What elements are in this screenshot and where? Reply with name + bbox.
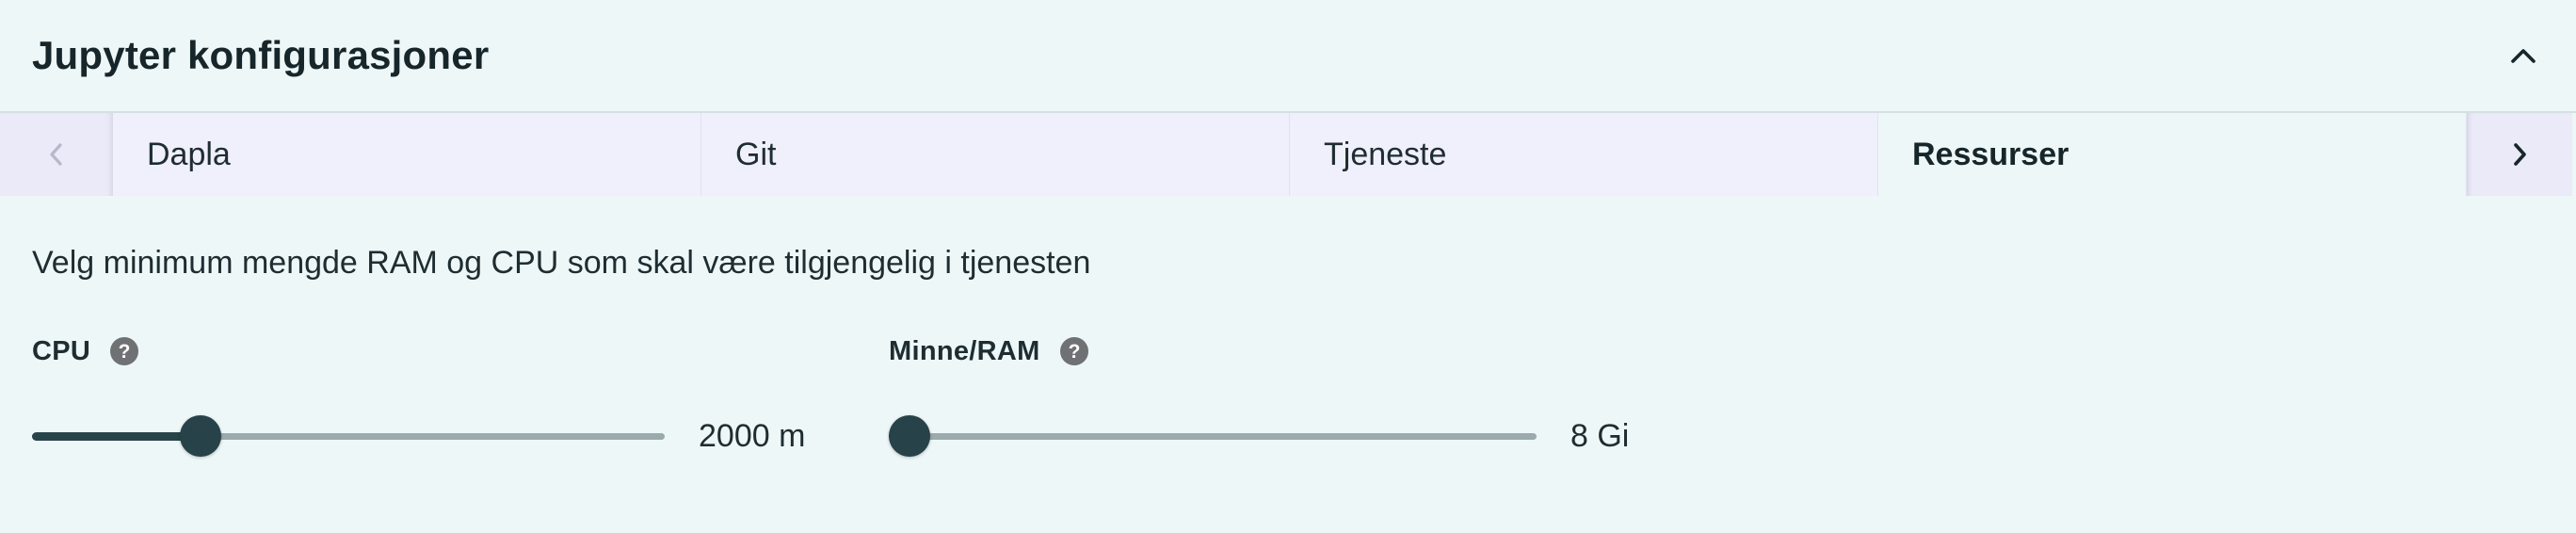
tab-dapla[interactable]: Dapla: [113, 113, 701, 196]
cpu-label: CPU: [32, 335, 91, 366]
tab-git[interactable]: Git: [701, 113, 1290, 196]
tab-label: Ressurser: [1912, 136, 2069, 172]
cpu-slider[interactable]: [32, 415, 665, 457]
svg-text:?: ?: [119, 341, 131, 363]
chevron-up-icon: [2511, 49, 2536, 63]
slider-rail: [889, 433, 1537, 440]
tab-scroll-right-button[interactable]: [2467, 113, 2572, 196]
svg-text:?: ?: [1068, 341, 1080, 363]
resources-description: Velg minimum mengde RAM og CPU som skal …: [32, 245, 1091, 281]
tab-label: Git: [735, 136, 777, 172]
cpu-value: 2000 m: [699, 417, 806, 454]
tab-scroll-left-button[interactable]: [0, 113, 113, 196]
cpu-setting: CPU ? 2000 m: [32, 332, 889, 457]
slider-thumb[interactable]: [180, 415, 221, 457]
help-circle-icon[interactable]: ?: [109, 336, 139, 366]
tab-label: Dapla: [147, 136, 231, 172]
help-circle-icon[interactable]: ?: [1059, 336, 1089, 366]
ram-label: Minne/RAM: [889, 335, 1040, 366]
resources-tab-content: Velg minimum mengde RAM og CPU som skal …: [0, 245, 2576, 457]
tab-tjeneste[interactable]: Tjeneste: [1290, 113, 1878, 196]
ram-slider[interactable]: [889, 415, 1537, 457]
panel-header[interactable]: Jupyter konfigurasjoner: [0, 0, 2576, 113]
chevron-right-icon: [2514, 143, 2526, 166]
slider-track: [32, 432, 201, 441]
tab-bar: Dapla Git Tjeneste Ressurser: [0, 113, 2576, 196]
tab-label: Tjeneste: [1324, 136, 1447, 172]
tab-ressurser[interactable]: Ressurser: [1878, 113, 2467, 196]
jupyter-config-panel: Jupyter konfigurasjoner Dapla Git Tjenes…: [0, 0, 2576, 533]
slider-thumb[interactable]: [889, 415, 930, 457]
panel-title: Jupyter konfigurasjoner: [32, 33, 490, 77]
chevron-left-icon: [50, 143, 62, 166]
ram-value: 8 Gi: [1570, 417, 1630, 454]
ram-setting: Minne/RAM ? 8 Gi: [889, 332, 1629, 457]
resource-sliders: CPU ? 2000 m Minne/RAM ? 8 Gi: [32, 332, 2544, 457]
collapse-button[interactable]: [2495, 27, 2552, 84]
